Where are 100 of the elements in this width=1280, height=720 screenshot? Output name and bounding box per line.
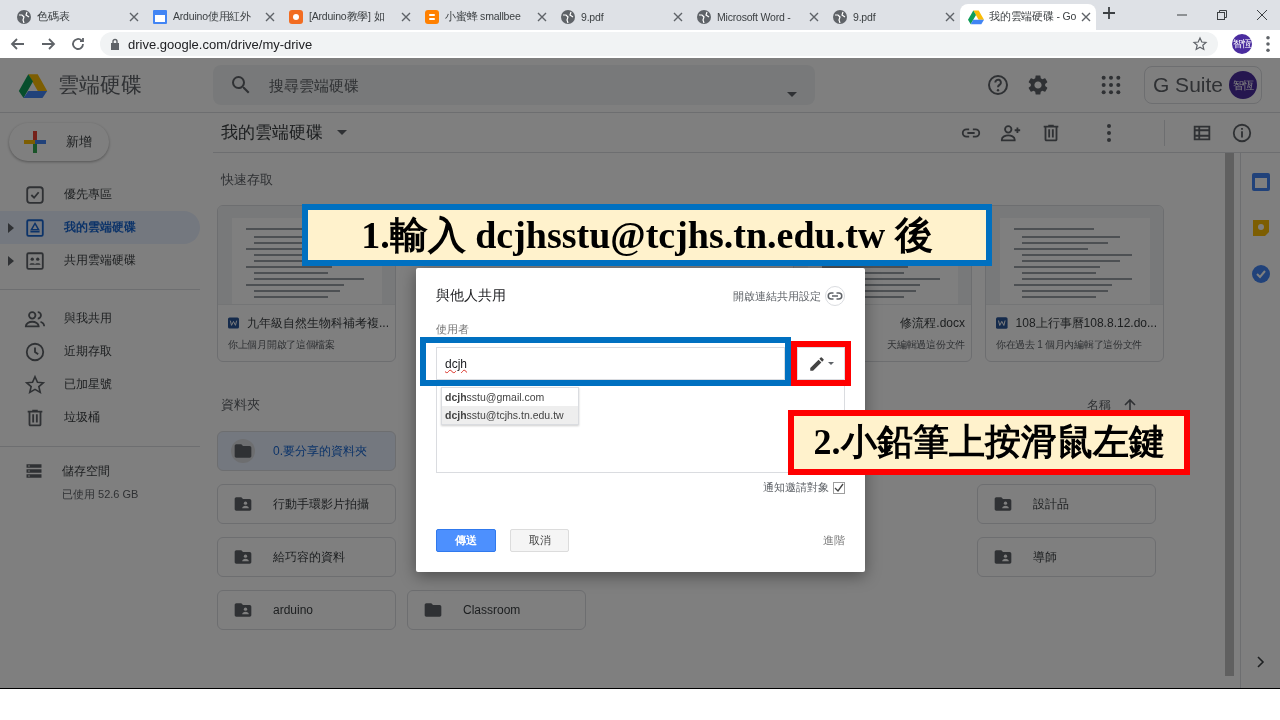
browser-tab[interactable]: 9.pdf xyxy=(552,4,688,30)
folder-item[interactable]: 給巧容的資料 xyxy=(217,537,396,577)
folder-icon xyxy=(233,441,253,461)
send-button[interactable]: 傳送 xyxy=(436,529,496,552)
file-activity: 你在過去 1 個月內編輯了這份文件 xyxy=(996,338,1143,352)
star-icon xyxy=(1192,36,1208,52)
close-icon xyxy=(401,12,411,22)
storage-label: 儲存空間 xyxy=(62,462,110,480)
more-icon xyxy=(1266,36,1270,52)
word-file-icon xyxy=(228,316,239,330)
browser-tab[interactable]: 色碼表 xyxy=(8,4,144,30)
suggestion-item[interactable]: dcjhsstu@tcjhs.tn.edu.tw xyxy=(442,406,578,424)
scrollbar[interactable] xyxy=(1225,153,1234,676)
folder-icon xyxy=(423,600,443,620)
product-name: 雲端硬碟 xyxy=(58,72,142,98)
file-card[interactable]: 108上行事曆108.8.12.do... 你在過去 1 個月內編輯了這份文件 xyxy=(985,205,1164,362)
folder-item[interactable]: arduino xyxy=(217,590,396,630)
close-icon xyxy=(537,12,547,22)
address-bar[interactable]: drive.google.com/drive/my-drive xyxy=(100,32,1218,56)
site-logo-icon xyxy=(288,9,304,25)
section-label: 資料夾 xyxy=(221,396,260,414)
storage-icon xyxy=(24,461,44,481)
folder-title[interactable]: 我的雲端硬碟 xyxy=(221,121,347,144)
close-icon xyxy=(673,12,683,22)
maximize-icon xyxy=(1216,9,1228,21)
sidebar-item[interactable]: 近期存取 xyxy=(0,335,200,368)
folder-item[interactable]: 設計品 xyxy=(977,484,1156,524)
file-name: 九年級自然生物科補考複... xyxy=(228,315,389,331)
advanced-link[interactable]: 進階 xyxy=(823,533,845,548)
folder-item[interactable]: Classroom xyxy=(407,590,586,630)
sidebar-item[interactable]: 垃圾桶 xyxy=(0,401,200,434)
field-label: 使用者 xyxy=(436,323,469,335)
globe-icon xyxy=(560,9,576,25)
callout-tooltip: 1.輸入 dcjhsstu@tcjhs.tn.edu.tw 後 xyxy=(302,204,992,266)
drive-logo-icon xyxy=(968,9,984,25)
drive-icon xyxy=(24,216,46,239)
search-field[interactable]: 搜尋雲端硬碟 xyxy=(213,65,815,105)
close-icon xyxy=(945,12,955,22)
profile-avatar[interactable]: 智恆 xyxy=(1232,34,1252,54)
calendar-icon xyxy=(1251,173,1270,191)
sidebar-item[interactable]: 我的雲端硬碟 xyxy=(0,211,200,244)
shared-folder-icon xyxy=(233,600,253,620)
sidebar-item[interactable]: 已加星號 xyxy=(0,368,200,401)
back-arrow-icon xyxy=(10,36,26,52)
close-icon xyxy=(809,12,819,22)
up-arrow-icon xyxy=(1123,398,1137,412)
account-badge[interactable]: G Suite 智恆 xyxy=(1143,66,1262,104)
globe-icon xyxy=(832,9,848,25)
sidebar-item[interactable]: 與我共用 xyxy=(0,302,200,335)
lock-icon xyxy=(110,38,120,50)
close-icon xyxy=(265,12,275,22)
close-icon xyxy=(1081,12,1091,22)
expand-arrow-icon xyxy=(8,222,14,233)
clock-icon xyxy=(24,340,46,363)
folder-item[interactable]: 導師 xyxy=(977,537,1156,577)
globe-icon xyxy=(16,9,32,25)
people-input-field[interactable]: dcjh xyxy=(436,347,785,380)
note-icon xyxy=(1251,219,1270,237)
cancel-button[interactable]: 取消 xyxy=(510,529,569,552)
shared-folder-icon xyxy=(233,547,253,567)
blog-logo-icon xyxy=(424,9,440,25)
dialog-title: 與他人共用 xyxy=(436,287,506,305)
suggestion-item[interactable]: dcjhsstu@gmail.com xyxy=(442,388,578,406)
link-settings-link[interactable]: 開啟連結共用設定 xyxy=(733,286,845,306)
check-icon xyxy=(834,482,844,493)
sidebar-item[interactable]: 優先專區 xyxy=(0,178,200,211)
pencil-icon xyxy=(808,354,826,373)
notify-checkbox[interactable] xyxy=(833,481,845,494)
browser-tab[interactable]: [Arduino教學] 如 xyxy=(280,4,416,30)
file-activity: 天編輯過這份文件 xyxy=(887,338,965,352)
plus-icon xyxy=(22,129,48,155)
folder-item[interactable]: 0.要分享的資料夾 xyxy=(217,431,396,471)
browser-tab[interactable]: 小蜜蜂 smallbee xyxy=(416,4,552,30)
folder-item[interactable]: 行動手環影片拍攝 xyxy=(217,484,396,524)
word-file-icon xyxy=(996,316,1008,330)
permission-button[interactable] xyxy=(797,347,845,380)
browser-tab[interactable]: Microsoft Word - xyxy=(688,4,824,30)
document-icon xyxy=(152,9,168,25)
file-name: 修流程.docx xyxy=(900,315,965,331)
reload-icon xyxy=(70,36,86,52)
help-icon xyxy=(985,73,1010,97)
info-icon xyxy=(1231,121,1253,144)
shared-folder-icon xyxy=(993,494,1013,514)
browser-tab[interactable]: 9.pdf xyxy=(824,4,960,30)
star-icon xyxy=(24,373,46,396)
apps-icon xyxy=(1099,74,1122,96)
sidebar-item[interactable]: 共用雲端硬碟 xyxy=(0,244,200,277)
shared-folder-icon xyxy=(993,547,1013,567)
browser-tab[interactable]: Arduino使用紅外 xyxy=(144,4,280,30)
new-button[interactable]: 新增 xyxy=(9,123,109,161)
drive-logo-icon xyxy=(18,72,48,98)
search-options-icon xyxy=(787,92,797,97)
close-icon xyxy=(1256,9,1268,21)
caret-icon xyxy=(337,130,347,135)
shared-folder-icon xyxy=(233,494,253,514)
shared-drive-icon xyxy=(24,249,46,272)
notify-label: 通知邀請對象 xyxy=(763,480,829,495)
browser-tab[interactable]: 我的雲端硬碟 - Go xyxy=(960,4,1096,30)
priority-icon xyxy=(24,183,46,206)
more-icon xyxy=(1107,123,1111,142)
